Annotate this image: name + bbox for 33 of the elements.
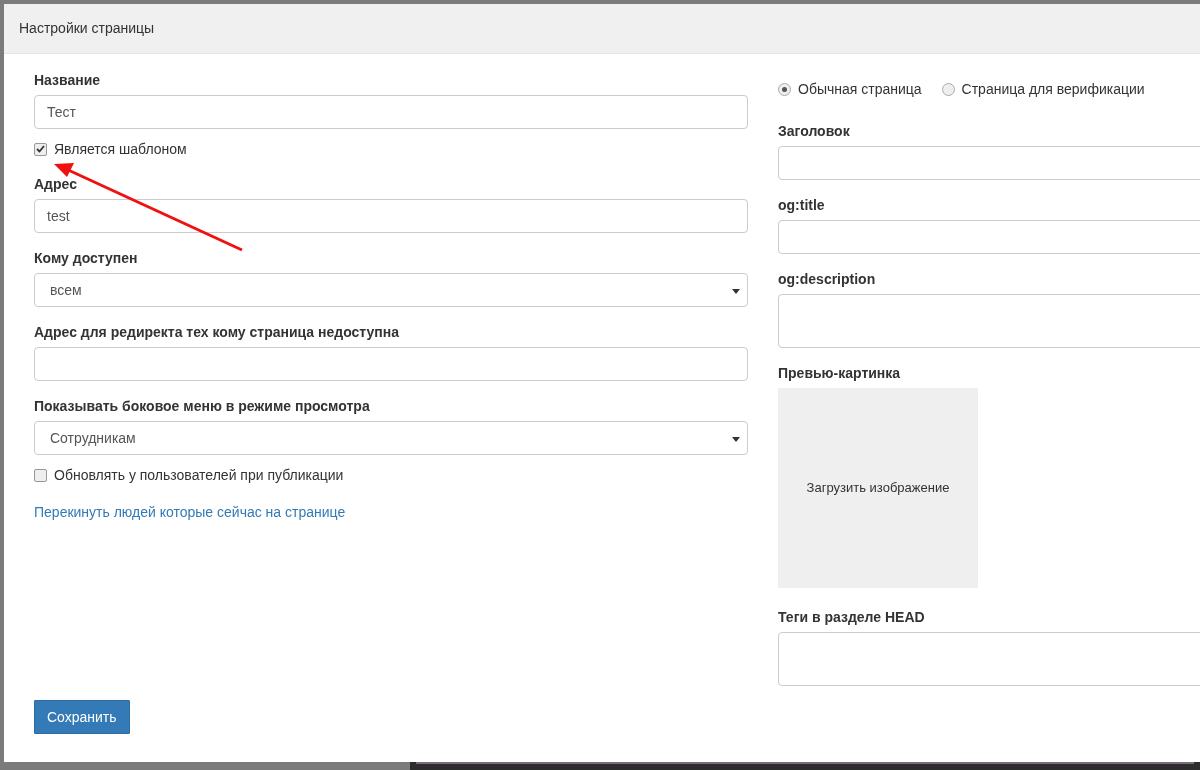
- image-upload-area[interactable]: Загрузить изображение: [778, 388, 978, 588]
- save-button[interactable]: Сохранить: [34, 700, 130, 734]
- text-field[interactable]: Тест: [34, 95, 748, 129]
- field-label: Теги в разделе HEAD: [778, 608, 926, 627]
- field-label: Адрес: [34, 175, 78, 194]
- field-label: Показывать боковое меню в режиме просмотра: [34, 397, 371, 416]
- caret-icon: [732, 437, 740, 442]
- select-dropdown[interactable]: всем: [34, 273, 748, 307]
- text-field[interactable]: [778, 220, 1200, 254]
- field-label: Название: [34, 71, 102, 90]
- checkbox[interactable]: [34, 468, 47, 482]
- caret-icon: [732, 289, 740, 294]
- radio-label: Обычная страница: [798, 79, 922, 99]
- checkbox[interactable]: [34, 142, 47, 156]
- checkbox-label: Является шаблоном: [54, 139, 187, 159]
- field-label: og:title: [778, 196, 826, 215]
- field-label: Кому доступен: [34, 249, 139, 268]
- dialog-title: Настройки страницы: [19, 19, 155, 38]
- text-field[interactable]: [34, 347, 748, 381]
- select-dropdown[interactable]: Сотрудникам: [34, 421, 748, 455]
- move-users-link[interactable]: Перекинуть людей которые сейчас на странице: [34, 504, 346, 520]
- checkbox-label: Обновлять у пользователей при публикации: [54, 465, 344, 485]
- text-field[interactable]: [778, 146, 1200, 180]
- field-label: Заголовок: [778, 122, 851, 141]
- text-area[interactable]: [778, 632, 1200, 686]
- field-label: Адрес для редиректа тех кому страница недоступна: [34, 323, 400, 342]
- field-label: og:description: [778, 270, 877, 289]
- field-label: Превью-картинка: [778, 364, 902, 383]
- text-area[interactable]: [778, 294, 1200, 348]
- radio-button[interactable]: [941, 82, 955, 96]
- text-field[interactable]: test: [34, 199, 748, 233]
- radio-label: Страница для верификации: [961, 79, 1145, 99]
- radio-button[interactable]: [778, 82, 791, 96]
